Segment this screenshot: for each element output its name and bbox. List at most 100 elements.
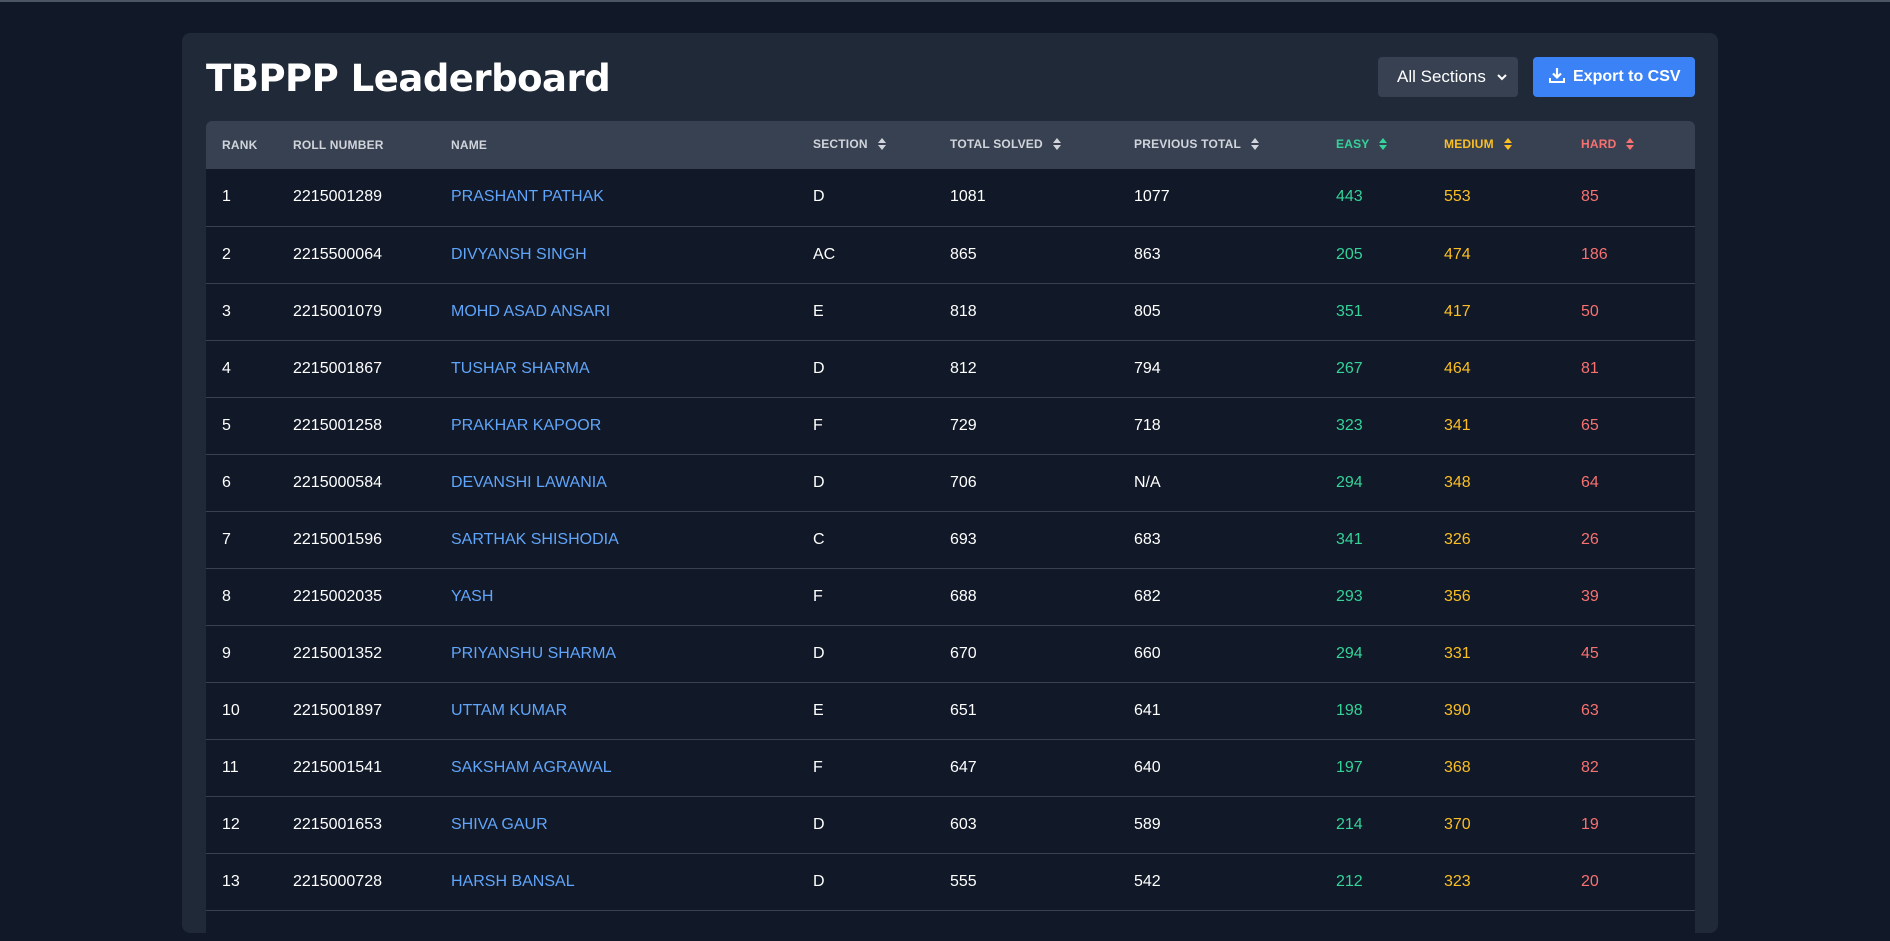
- cell-easy: 198: [1336, 701, 1363, 719]
- cell-hard: 63: [1581, 701, 1599, 719]
- table-row: 1 2215001289 PRASHANT PATHAK D 1081 1077 443 55…: [206, 169, 1695, 226]
- student-name-link[interactable]: DIVYANSH SINGH: [435, 226, 797, 283]
- col-header-rank: RANK: [222, 138, 258, 152]
- cell-roll: 2215001352: [293, 644, 382, 662]
- cell-previous: 640: [1134, 758, 1161, 776]
- leaderboard-table: RANK ROLL NUMBER NAME SECTION TOTAL SOLV…: [206, 121, 1695, 941]
- cell-total: 670: [950, 644, 977, 662]
- section-filter-select[interactable]: All Sections: [1378, 57, 1518, 97]
- cell-section: D: [813, 359, 825, 377]
- sort-icon[interactable]: [1626, 137, 1635, 153]
- cell-hard: 186: [1581, 245, 1608, 263]
- cell-easy: 214: [1336, 815, 1363, 833]
- sort-icon[interactable]: [1503, 137, 1512, 153]
- cell-previous: 641: [1134, 701, 1161, 719]
- cell-roll: 2215001867: [293, 359, 382, 377]
- cell-section: F: [813, 758, 823, 776]
- cell-easy: 323: [1336, 416, 1363, 434]
- col-header-hard[interactable]: HARD: [1565, 121, 1695, 169]
- col-header-medium[interactable]: MEDIUM: [1428, 121, 1565, 169]
- cell-medium: 464: [1444, 359, 1471, 377]
- student-name-link[interactable]: HARSH BANSAL: [435, 853, 797, 910]
- student-name-link[interactable]: SAKSHAM AGRAWAL: [435, 739, 797, 796]
- cell-medium: 474: [1444, 245, 1471, 263]
- col-header-roll-number: ROLL NUMBER: [293, 138, 384, 152]
- table-row: 8 2215002035 YASH F 688 682 293 356 39: [206, 568, 1695, 625]
- student-name-link[interactable]: SARTHAK SHISHODIA: [435, 511, 797, 568]
- cell-medium: 370: [1444, 815, 1471, 833]
- student-name-link[interactable]: PRIYANSHU SHARMA: [435, 625, 797, 682]
- cell-easy: 351: [1336, 302, 1363, 320]
- table-row: 2 2215500064 DIVYANSH SINGH AC 865 863 205 474 1…: [206, 226, 1695, 283]
- cell-easy: 267: [1336, 359, 1363, 377]
- sort-icon[interactable]: [1052, 137, 1061, 153]
- cell-easy: 341: [1336, 530, 1363, 548]
- cell-medium: 323: [1444, 872, 1471, 890]
- cell-section: F: [813, 416, 823, 434]
- cell-previous: 805: [1134, 302, 1161, 320]
- student-name-link[interactable]: UTTAM KUMAR: [435, 682, 797, 739]
- cell-roll: 2215001258: [293, 416, 382, 434]
- cell-roll: 2215001596: [293, 530, 382, 548]
- cell-previous: 542: [1134, 872, 1161, 890]
- sort-icon[interactable]: [877, 137, 886, 153]
- cell-easy: 293: [1336, 587, 1363, 605]
- table-row: 12 2215001653 SHIVA GAUR D 603 589 214 370 19: [206, 796, 1695, 853]
- cell-hard: 81: [1581, 359, 1599, 377]
- cell-medium: 368: [1444, 758, 1471, 776]
- section-filter-value: All Sections: [1397, 67, 1486, 86]
- leaderboard-card: TBPPP Leaderboard All Sections Export to…: [182, 33, 1718, 941]
- cell-hard: 64: [1581, 473, 1599, 491]
- cell-rank: 8: [222, 587, 231, 605]
- cell-hard: 26: [1581, 530, 1599, 548]
- cell-roll: 2215000584: [293, 473, 382, 491]
- sort-icon[interactable]: [1379, 137, 1388, 153]
- cell-rank: 6: [222, 473, 231, 491]
- cell-roll: 2215001541: [293, 758, 382, 776]
- cell-section: D: [813, 188, 825, 206]
- col-header-section[interactable]: SECTION: [797, 121, 934, 169]
- table-row: 9 2215001352 PRIYANSHU SHARMA D 670 660 294 331…: [206, 625, 1695, 682]
- student-name-link[interactable]: DEVANSHI LAWANIA: [435, 454, 797, 511]
- cell-section: E: [813, 701, 824, 719]
- cell-rank: 13: [222, 872, 240, 890]
- cell-rank: 5: [222, 416, 231, 434]
- cell-medium: 390: [1444, 701, 1471, 719]
- cell-roll: 2215001653: [293, 815, 382, 833]
- cell-previous: 863: [1134, 245, 1161, 263]
- sort-icon[interactable]: [1251, 137, 1260, 153]
- cell-medium: 348: [1444, 473, 1471, 491]
- cell-total: 555: [950, 872, 977, 890]
- cell-rank: 12: [222, 815, 240, 833]
- cell-total: 865: [950, 245, 977, 263]
- student-name-link[interactable]: TUSHAR SHARMA: [435, 340, 797, 397]
- cell-section: C: [813, 530, 825, 548]
- student-name-link[interactable]: SHIVA GAUR: [435, 796, 797, 853]
- cell-section: D: [813, 872, 825, 890]
- col-header-easy[interactable]: EASY: [1320, 121, 1428, 169]
- table-row: 3 2215001079 MOHD ASAD ANSARI E 818 805 351 417…: [206, 283, 1695, 340]
- cell-easy: 205: [1336, 245, 1363, 263]
- cell-roll: 2215000728: [293, 872, 382, 890]
- cell-previous: 660: [1134, 644, 1161, 662]
- cell-medium: 326: [1444, 530, 1471, 548]
- cell-rank: 1: [222, 188, 231, 206]
- table-row: 10 2215001897 UTTAM KUMAR E 651 641 198 390 63: [206, 682, 1695, 739]
- cell-medium: 553: [1444, 188, 1471, 206]
- cell-section: D: [813, 644, 825, 662]
- cell-previous: 682: [1134, 587, 1161, 605]
- student-name-link[interactable]: PRASHANT PATHAK: [435, 169, 797, 226]
- cell-easy: 443: [1336, 188, 1363, 206]
- export-csv-button[interactable]: Export to CSV: [1533, 57, 1695, 97]
- student-name-link[interactable]: PRAKHAR KAPOOR: [435, 397, 797, 454]
- cell-total: 688: [950, 587, 977, 605]
- cell-hard: 39: [1581, 587, 1599, 605]
- student-name-link[interactable]: MOHD ASAD ANSARI: [435, 283, 797, 340]
- cell-previous: N/A: [1134, 473, 1161, 491]
- col-header-previous-total[interactable]: PREVIOUS TOTAL: [1118, 121, 1320, 169]
- student-name-link[interactable]: YASH: [435, 568, 797, 625]
- cell-easy: 197: [1336, 758, 1363, 776]
- table-row: 5 2215001258 PRAKHAR KAPOOR F 729 718 323 341 65: [206, 397, 1695, 454]
- cell-hard: 82: [1581, 758, 1599, 776]
- col-header-total-solved[interactable]: TOTAL SOLVED: [934, 121, 1118, 169]
